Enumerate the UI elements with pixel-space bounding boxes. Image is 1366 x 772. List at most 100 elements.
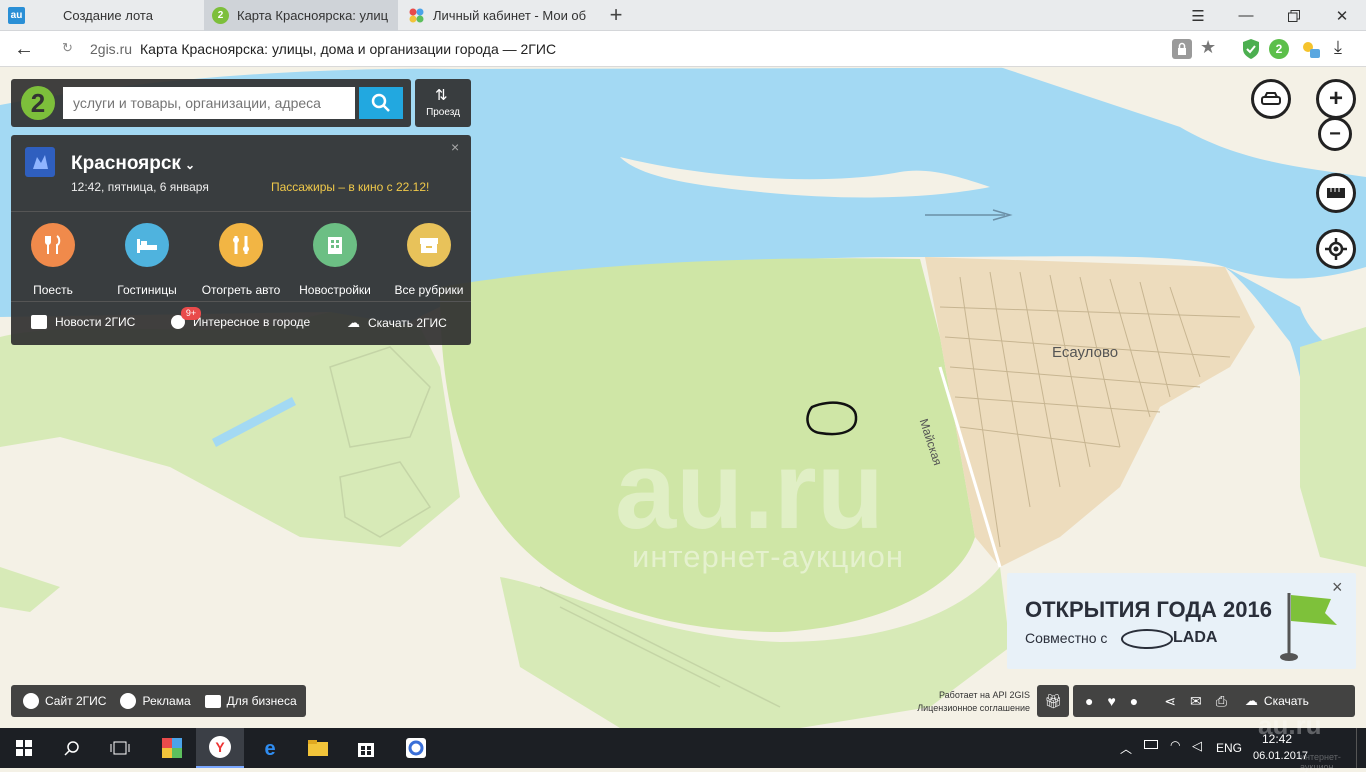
bed-icon [125, 223, 169, 267]
ads-link[interactable]: Реклама [120, 693, 191, 709]
interesting-badge: 9+ [181, 307, 201, 320]
category-all[interactable]: Все рубрики [382, 223, 476, 297]
ad-banner[interactable]: ОТКРЫТИЯ ГОДА 2016 Совместно с LADA × [1007, 573, 1356, 669]
footer-links: Сайт 2ГИС Реклама Для бизнеса [11, 685, 306, 717]
url-domain[interactable]: 2gis.ru [90, 41, 132, 57]
news-icon [31, 315, 47, 329]
category-label: Гостиницы [117, 283, 177, 297]
category-warm-car[interactable]: Отогреть авто [194, 223, 288, 297]
city-name[interactable]: Красноярск ⌄ [71, 153, 195, 175]
app-icon[interactable] [392, 728, 440, 768]
city-coat-of-arms-icon [25, 147, 55, 177]
category-label: Новостройки [299, 283, 371, 297]
chevron-up-icon[interactable]: ︿ [1120, 740, 1132, 757]
route-icon: ⇅ [435, 87, 448, 104]
ads-icon [120, 693, 137, 709]
wifi-icon[interactable]: ◠ [1170, 738, 1180, 752]
chat-icon[interactable]: ● [1130, 693, 1138, 709]
2gis-extension-badge[interactable]: 2 [1269, 39, 1289, 59]
box-icon [407, 223, 451, 267]
reload-icon[interactable]: ↻ [62, 40, 73, 56]
user-icon[interactable]: ● [1085, 693, 1093, 709]
tab-create-lot[interactable]: au Создание лота [0, 0, 200, 31]
mail-icon[interactable]: ✉ [1190, 693, 1202, 710]
route-label: Проезд [426, 107, 460, 118]
watermark-main: au.ru [615, 429, 884, 552]
language-indicator[interactable]: ENG [1216, 741, 1242, 755]
zoom-out-button[interactable]: − [1318, 117, 1352, 151]
svg-text:Y: Y [215, 739, 225, 755]
category-hotels[interactable]: Гостиницы [100, 223, 194, 297]
traffic-car-button[interactable] [1251, 79, 1291, 119]
yandex-browser-icon[interactable]: Y [196, 728, 244, 768]
tab-personal-cabinet[interactable]: Личный кабинет - Мои об [400, 0, 596, 31]
print-icon[interactable]: ⎙ [1216, 693, 1227, 710]
search-icon [371, 93, 390, 112]
file-explorer-icon[interactable] [294, 728, 342, 768]
minus-icon: − [1329, 122, 1341, 145]
cloud-download-icon: ☁ [1244, 693, 1258, 708]
share-icon[interactable]: ⋖ [1164, 693, 1176, 710]
menu-icon[interactable]: ☰ [1174, 0, 1222, 31]
shield-extension-icon[interactable] [1241, 38, 1261, 60]
briefcase-icon [204, 694, 221, 708]
car-icon [1261, 92, 1281, 105]
dots-favicon-icon [408, 7, 425, 24]
city-panel: Красноярск ⌄ 12:42, пятница, 6 января Пас… [11, 135, 471, 345]
restore-icon[interactable] [1270, 0, 1318, 31]
gift-button[interactable]: 🎁︎ [1037, 685, 1069, 717]
tab-2gis-map[interactable]: 2 Карта Красноярска: улиц [204, 0, 398, 31]
2gis-logo-icon[interactable]: 2 [21, 86, 55, 120]
category-label: Отогреть авто [201, 283, 281, 297]
category-label: Все рубрики [394, 283, 464, 297]
close-window-icon[interactable]: ✕ [1318, 0, 1366, 31]
search-button[interactable] [359, 87, 403, 119]
edge-icon[interactable]: e [246, 728, 294, 768]
bookmark-star-icon[interactable]: ★ [1200, 37, 1216, 58]
minimize-icon[interactable]: — [1222, 0, 1270, 31]
heart-icon[interactable]: ♥ [1107, 693, 1115, 709]
building-icon [313, 223, 357, 267]
show-desktop-button[interactable] [1356, 728, 1366, 768]
search-icon[interactable] [48, 728, 96, 768]
rubik-cube-icon[interactable] [148, 728, 196, 768]
geolocation-button[interactable] [1316, 229, 1356, 269]
task-view-icon[interactable] [96, 728, 144, 768]
city-datetime: 12:42, пятница, 6 января [71, 180, 209, 194]
page-title-in-address[interactable]: Карта Красноярска: улицы, дома и организ… [140, 41, 556, 57]
download-map-button[interactable]: ☁ Скачать [1245, 693, 1309, 709]
license-link[interactable]: Лицензионное соглашение [880, 703, 1030, 713]
category-label: Поесть [33, 283, 73, 297]
ruler-button[interactable] [1316, 173, 1356, 213]
browser-tab-bar: au Создание лота 2 Карта Красноярска: ул… [0, 0, 1366, 31]
category-new-buildings[interactable]: Новостройки [288, 223, 382, 297]
promo-link[interactable]: Пассажиры – в кино с 22.12! [271, 180, 429, 194]
route-button[interactable]: ⇅ Проезд [415, 79, 471, 127]
category-eat[interactable]: Поесть [6, 223, 100, 297]
download-icon[interactable]: ⤓ [1334, 37, 1342, 58]
windows-start-icon[interactable] [0, 728, 48, 768]
download-2gis-link[interactable]: ☁ Скачать 2ГИС [347, 315, 447, 331]
lock-icon[interactable] [1172, 39, 1192, 59]
svg-text:e: e [264, 738, 275, 759]
back-arrow-icon[interactable]: ← [14, 37, 40, 61]
business-link[interactable]: Для бизнеса [204, 694, 297, 708]
windows-taskbar: Y e ︿ ◠ ◁ ENG 12:42 06.01.2017 au.ru инт… [0, 710, 1366, 772]
search-input[interactable] [63, 87, 355, 119]
api-note: Работает на API 2GIS [938, 690, 1030, 700]
volume-icon[interactable]: ◁ [1192, 738, 1202, 754]
store-icon[interactable] [342, 728, 390, 768]
gift-icon: 🎁︎ [1044, 692, 1062, 709]
address-bar: ← ↻ 2gis.ru Карта Красноярска: улицы, до… [0, 31, 1366, 67]
site-2gis-link[interactable]: Сайт 2ГИС [23, 693, 106, 709]
close-panel-icon[interactable]: × [451, 139, 459, 155]
corner-watermark: au.ru [1258, 710, 1322, 740]
new-tab-plus-icon[interactable]: + [604, 3, 628, 27]
watermark-sub: интернет-аукцион [632, 539, 905, 574]
battery-icon[interactable] [1144, 740, 1158, 749]
zoom-in-button[interactable]: + [1316, 79, 1356, 119]
lada-logo-icon [1121, 629, 1173, 649]
news-link[interactable]: Новости 2ГИС [31, 315, 135, 329]
ad-subtitle: Совместно с [1025, 630, 1108, 646]
weather-extension-icon[interactable] [1298, 37, 1322, 61]
